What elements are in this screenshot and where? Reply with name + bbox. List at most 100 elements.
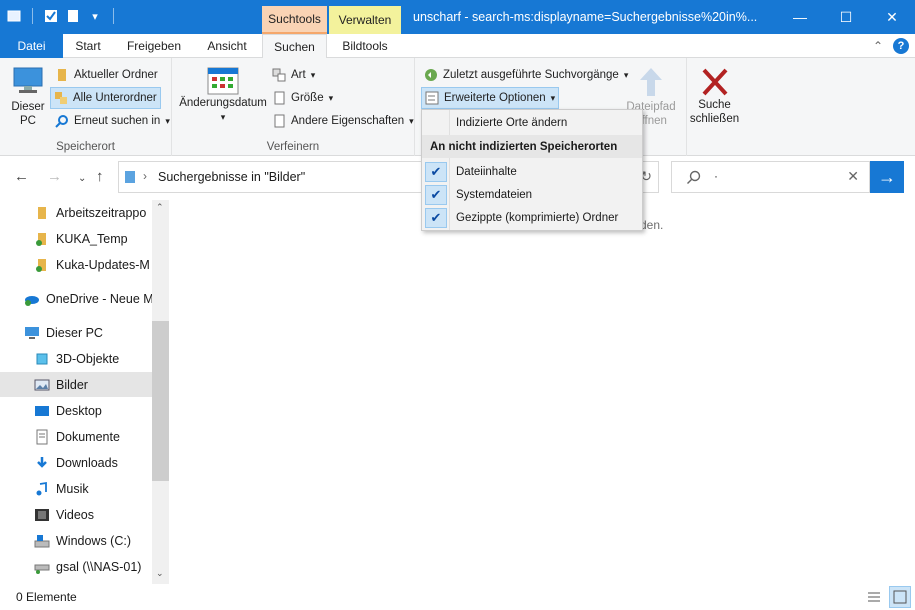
sidebar-item-videos[interactable]: Videos [0,502,152,527]
group-schliessen: Suche schließen [687,58,742,156]
group-label: Verfeinern [266,141,320,153]
search-icon [687,170,701,184]
back-arrow-icon[interactable]: ← [14,168,29,185]
checkmark-icon: ✔ [425,207,447,228]
music-icon [36,481,47,495]
sidebar-item-dokumente[interactable]: Dokumente [0,424,152,449]
sidebar-item-arbeitszeitrappo[interactable]: Arbeitszeitrappo [0,200,152,225]
suche-schliessen-button[interactable]: Suche schließen [687,66,742,126]
computer-icon [13,67,43,93]
sidebar-item-label: OneDrive - Neue M [46,291,152,306]
maximize-button[interactable]: ☐ [823,0,869,34]
chevron-down-icon: ▾ [409,115,414,126]
onedrive-icon [25,295,39,306]
menu-item-dateiinhalte[interactable]: ✔ Dateiinhalte [422,160,642,183]
tab-ansicht[interactable]: Ansicht [197,34,257,58]
tab-freigeben[interactable]: Freigeben [118,34,190,58]
tab-datei[interactable]: Datei [0,34,63,58]
clear-search-icon[interactable]: ✕ [847,168,859,185]
properties-icon[interactable] [43,8,59,24]
search-go-button[interactable]: → [870,161,904,193]
sidebar-item-onedrive-neue-m[interactable]: OneDrive - Neue M [0,286,152,311]
title-bar: ▾ Suchtools Verwalten unscharf - search-… [0,0,915,34]
aktueller-ordner-button[interactable]: Aktueller Ordner [52,64,161,86]
tab-suchen[interactable]: Suchen [262,34,327,59]
new-folder-icon[interactable] [65,8,81,24]
sidebar-item-3d-objekte[interactable]: 3D-Objekte [0,346,152,371]
andere-eigenschaften-button[interactable]: Andere Eigenschaften ▾ [269,110,417,132]
large-icons-view-button[interactable] [889,586,911,608]
aenderungsdatum-button[interactable]: Änderungsdatum ▾ [178,66,268,124]
recent-searches-icon [425,69,437,81]
nav-scrollbar[interactable]: ⌃ ⌄ [152,200,169,584]
sidebar-item-label: Downloads [56,455,118,470]
erweiterte-optionen-button[interactable]: Erweiterte Optionen ▾ [421,87,560,109]
close-search-icon [702,68,727,96]
group-speicherort: Dieser PC Aktueller Ordner Alle Unterord… [0,58,172,156]
menu-item-indizierte-orte[interactable]: Indizierte Orte ändern [422,111,642,134]
scroll-up-icon[interactable]: ⌃ [156,202,164,213]
toolbar-divider [32,8,33,24]
help-icon[interactable]: ? [893,38,909,54]
sidebar-item-dieser-pc[interactable]: Dieser PC [0,320,152,345]
sidebar-item-label: 3D-Objekte [56,351,120,366]
menu-item-label: Indizierte Orte ändern [456,116,568,129]
sidebar-item-downloads[interactable]: Downloads [0,450,152,475]
sidebar-item-windows-c[interactable]: Windows (C:) [0,528,152,553]
up-arrow-icon[interactable]: ↑ [96,168,104,185]
breadcrumb[interactable]: Suchergebnisse in "Bilder" [158,170,305,184]
ribbon-tabs: Datei Start Freigeben Ansicht Suchen Bil… [0,34,915,59]
type-icon [272,68,286,82]
folder-sync-icon [36,258,46,272]
details-view-icon[interactable] [866,589,882,605]
documents-icon [36,429,48,444]
sidebar-item-desktop[interactable]: Desktop [0,398,152,423]
tab-start[interactable]: Start [63,34,113,58]
forward-arrow-icon[interactable]: → [47,168,62,185]
groesse-button[interactable]: Größe ▾ [269,87,336,109]
menu-item-systemdateien[interactable]: ✔ Systemdateien [422,183,642,206]
checkmark-icon: ✔ [425,161,447,182]
nav-scrollbar-thumb[interactable] [152,321,169,481]
breadcrumb-chevron-icon: › [143,169,147,183]
recent-locations-icon[interactable]: ⌄ [78,173,86,184]
menu-section-header: An nicht indizierten Speicherorten [422,135,642,158]
quick-access-toolbar: ▾ [6,8,118,24]
dieser-pc-button[interactable]: Dieser PC [6,64,50,128]
status-bar: 0 Elemente [0,584,915,610]
art-button[interactable]: Art ▾ [269,64,318,86]
chevron-down-icon: ▾ [310,69,316,80]
sidebar-item-kuka-temp[interactable]: KUKA_Temp [0,226,152,251]
group-label: Speicherort [56,141,115,153]
erneut-suchen-button[interactable]: Erneut suchen in ▾ [52,110,173,132]
tiles-view-icon [893,590,907,604]
sidebar-item-kuka-updates-m[interactable]: Kuka-Updates-M [0,252,152,277]
videos-icon [35,508,49,521]
erweiterte-optionen-menu: Indizierte Orte ändern An nicht indizier… [421,109,643,231]
sidebar-item-gsal-nas-01[interactable]: gsal (\\NAS-01) [0,554,152,579]
alle-unterordner-button[interactable]: Alle Unterordner [50,87,161,109]
calendar-icon [207,67,239,95]
scroll-down-icon[interactable]: ⌄ [156,568,164,579]
minimize-button[interactable]: — [777,0,823,34]
sidebar-item-bilder[interactable]: Bilder [0,372,152,397]
3d-objects-icon [36,353,48,364]
qat-dropdown-icon[interactable]: ▾ [87,8,103,24]
sidebar-item-musik[interactable]: Musik [0,476,152,501]
advanced-options-icon [425,91,439,105]
tab-bildtools[interactable]: Bildtools [329,34,401,58]
open-path-icon [640,68,662,96]
menu-item-label: Dateiinhalte [456,165,517,178]
sidebar-item-label: gsal (\\NAS-01) [56,559,142,574]
close-button[interactable]: ✕ [869,0,915,34]
search-input[interactable]: · ✕ [671,161,870,193]
empty-message: den. [640,218,664,232]
menu-item-gezippte-ordner[interactable]: ✔ Gezippte (komprimierte) Ordner [422,206,642,229]
search-folder-icon [55,115,68,128]
collapse-ribbon-icon[interactable]: ⌃ [873,39,883,53]
zuletzt-suchvorgaenge-button[interactable]: Zuletzt ausgeführte Suchvorgänge ▾ [421,64,631,86]
explorer-app-icon [6,8,22,24]
sidebar-item-label: Desktop [56,403,102,418]
network-drive-icon [34,564,50,574]
file-list[interactable] [170,200,915,584]
